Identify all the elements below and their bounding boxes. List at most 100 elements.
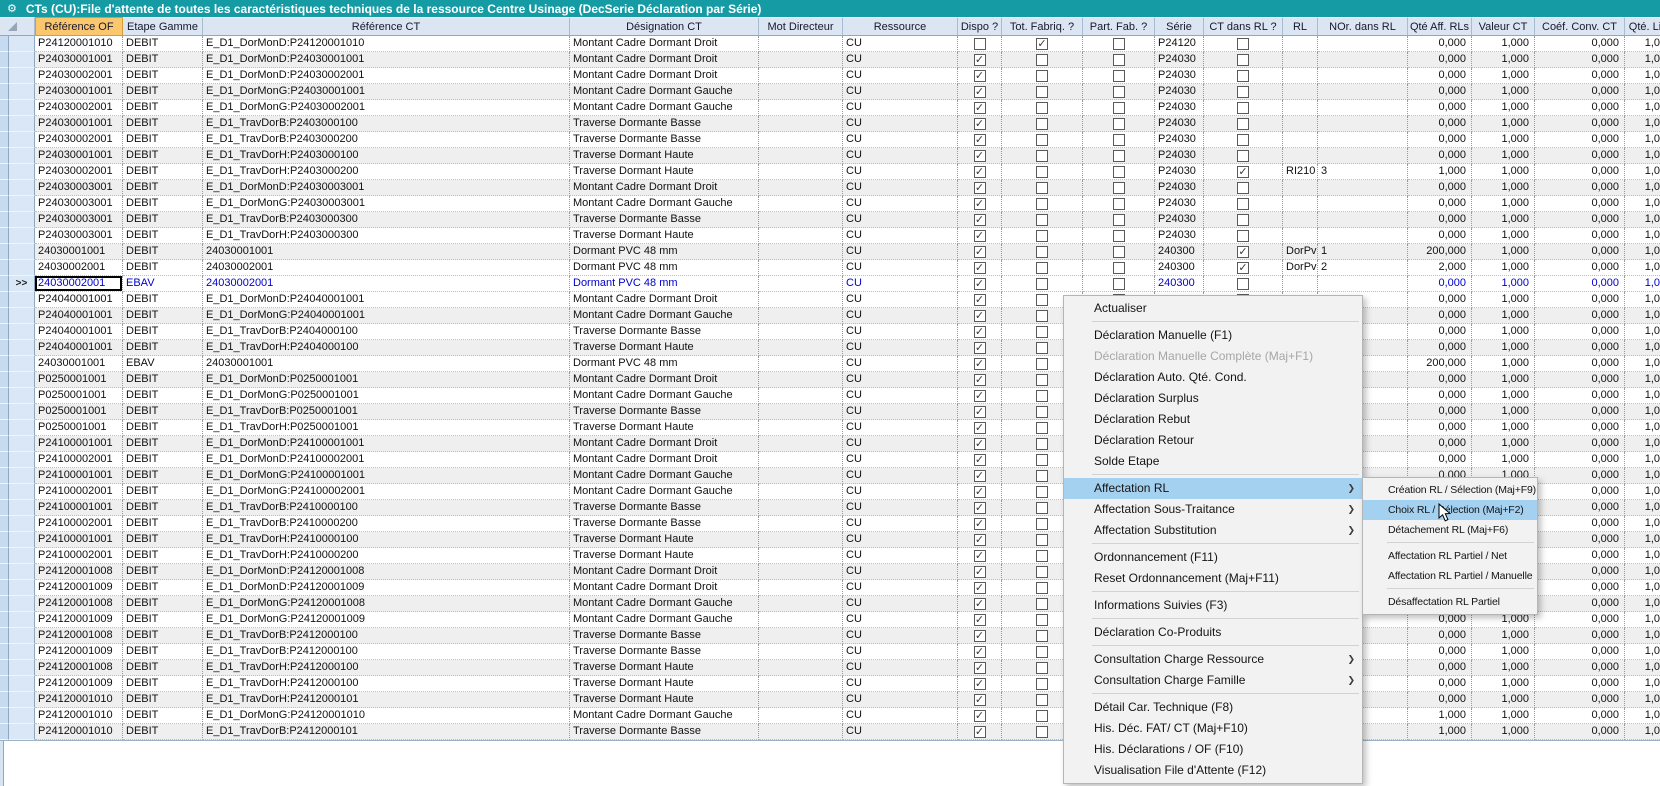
row-selector[interactable] bbox=[9, 548, 35, 564]
cell-ref_ct[interactable]: E_D1_TravDorB:P0250001001 bbox=[203, 404, 570, 420]
cell-ref_of[interactable]: 24030001001 bbox=[35, 244, 123, 260]
cell-mot[interactable] bbox=[759, 644, 843, 660]
cell-designation[interactable]: Traverse Dormant Haute bbox=[570, 148, 759, 164]
cell-etape[interactable]: DEBIT bbox=[123, 532, 203, 548]
dispo-checkbox[interactable] bbox=[974, 38, 986, 50]
cell-dispo[interactable]: ✓ bbox=[958, 500, 1002, 516]
cell-qte_aff[interactable]: 0,000 bbox=[1408, 100, 1472, 116]
dispo-checkbox-checked[interactable]: ✓ bbox=[974, 102, 986, 114]
cell-designation[interactable]: Dormant PVC 48 mm bbox=[570, 356, 759, 372]
cell-mot[interactable] bbox=[759, 100, 843, 116]
row-selector[interactable] bbox=[9, 84, 35, 100]
cell-mot[interactable] bbox=[759, 68, 843, 84]
cell-dispo[interactable]: ✓ bbox=[958, 564, 1002, 580]
cell-serie[interactable]: P24030 bbox=[1155, 228, 1204, 244]
cell-ressource[interactable]: CU bbox=[843, 452, 958, 468]
cell-valeur[interactable]: 1,000 bbox=[1472, 148, 1535, 164]
cell-etape[interactable]: DEBIT bbox=[123, 404, 203, 420]
cell-serie[interactable]: P24030 bbox=[1155, 84, 1204, 100]
cell-qte_aff[interactable]: 0,000 bbox=[1408, 676, 1472, 692]
cell-qte_aff[interactable]: 0,000 bbox=[1408, 180, 1472, 196]
cell-dispo[interactable]: ✓ bbox=[958, 404, 1002, 420]
cell-coef[interactable]: 0,000 bbox=[1535, 388, 1625, 404]
cell-valeur[interactable]: 1,000 bbox=[1472, 420, 1535, 436]
cell-ref_of[interactable]: P24030001001 bbox=[35, 148, 123, 164]
row-selector[interactable] bbox=[9, 52, 35, 68]
cell-coef[interactable]: 0,000 bbox=[1535, 340, 1625, 356]
cell-serie[interactable]: P24120 bbox=[1155, 36, 1204, 52]
cell-ref_of[interactable]: P24120001008 bbox=[35, 628, 123, 644]
cell-dispo[interactable]: ✓ bbox=[958, 148, 1002, 164]
cell-qte_li[interactable]: 1,0 bbox=[1625, 372, 1660, 388]
row-selector[interactable] bbox=[9, 292, 35, 308]
cell-qte_aff[interactable]: 2,000 bbox=[1408, 260, 1472, 276]
cell-etape[interactable]: DEBIT bbox=[123, 612, 203, 628]
cell-dispo[interactable]: ✓ bbox=[958, 212, 1002, 228]
row-selector[interactable] bbox=[9, 708, 35, 724]
cell-qte_aff[interactable]: 0,000 bbox=[1408, 388, 1472, 404]
cell-tot_fab[interactable]: ✓ bbox=[1002, 36, 1083, 52]
cell-ref_ct[interactable]: E_D1_TravDorB:P2412000100 bbox=[203, 628, 570, 644]
cell-etape[interactable]: DEBIT bbox=[123, 644, 203, 660]
cell-ref_of[interactable]: P24100002001 bbox=[35, 516, 123, 532]
cell-valeur[interactable]: 1,000 bbox=[1472, 212, 1535, 228]
cell-qte_li[interactable]: 1,0 bbox=[1625, 660, 1660, 676]
cell-etape[interactable]: DEBIT bbox=[123, 500, 203, 516]
cell-qte_aff[interactable]: 0,000 bbox=[1408, 212, 1472, 228]
cell-qte_aff[interactable]: 1,000 bbox=[1408, 724, 1472, 740]
part_fab-checkbox[interactable] bbox=[1113, 166, 1125, 178]
tot_fab-checkbox[interactable] bbox=[1036, 598, 1048, 610]
cell-serie[interactable]: P24030 bbox=[1155, 212, 1204, 228]
cell-ref_of[interactable]: P24030002001 bbox=[35, 164, 123, 180]
gear-icon[interactable]: ⚙ bbox=[7, 2, 17, 15]
menu-item-desaffectation-rl-partiel[interactable]: Désaffectation RL Partiel bbox=[1363, 592, 1537, 612]
cell-coef[interactable]: 0,000 bbox=[1535, 132, 1625, 148]
cell-designation[interactable]: Montant Cadre Dormant Gauche bbox=[570, 100, 759, 116]
cell-ref_ct[interactable]: E_D1_TravDorH:P2412000101 bbox=[203, 692, 570, 708]
cell-designation[interactable]: Montant Cadre Dormant Gauche bbox=[570, 708, 759, 724]
cell-coef[interactable]: 0,000 bbox=[1535, 596, 1625, 612]
cell-ref_of[interactable]: P24030003001 bbox=[35, 228, 123, 244]
tot_fab-checkbox[interactable] bbox=[1036, 518, 1048, 530]
cell-mot[interactable] bbox=[759, 164, 843, 180]
cell-designation[interactable]: Montant Cadre Dormant Gauche bbox=[570, 308, 759, 324]
row-selector[interactable] bbox=[9, 116, 35, 132]
menu-item-creation-rl-selection-maj-f9[interactable]: Création RL / Sélection (Maj+F9) bbox=[1363, 480, 1537, 500]
cell-qte_aff[interactable]: 0,000 bbox=[1408, 660, 1472, 676]
cell-nor[interactable] bbox=[1318, 84, 1408, 100]
cell-dispo[interactable]: ✓ bbox=[958, 324, 1002, 340]
column-header-ref_ct[interactable]: Référence CT bbox=[203, 17, 570, 36]
cell-mot[interactable] bbox=[759, 724, 843, 740]
cell-coef[interactable]: 0,000 bbox=[1535, 548, 1625, 564]
cell-mot[interactable] bbox=[759, 84, 843, 100]
cell-part_fab[interactable] bbox=[1083, 260, 1155, 276]
cell-ref_of[interactable]: P24100001001 bbox=[35, 532, 123, 548]
cell-nor[interactable] bbox=[1318, 36, 1408, 52]
tot_fab-checkbox[interactable] bbox=[1036, 262, 1048, 274]
cell-serie[interactable]: P24030 bbox=[1155, 196, 1204, 212]
row-selector[interactable] bbox=[9, 452, 35, 468]
cell-designation[interactable]: Montant Cadre Dormant Droit bbox=[570, 580, 759, 596]
cell-designation[interactable]: Traverse Dormante Basse bbox=[570, 628, 759, 644]
cell-ref_ct[interactable]: E_D1_DorMonD:P24030001001 bbox=[203, 52, 570, 68]
row-selector[interactable] bbox=[9, 340, 35, 356]
cell-rl[interactable] bbox=[1283, 36, 1318, 52]
menu-item-detail-car-technique-f8[interactable]: Détail Car. Technique (F8) bbox=[1064, 697, 1362, 718]
tot_fab-checkbox[interactable] bbox=[1036, 662, 1048, 674]
cell-designation[interactable]: Dormant PVC 48 mm bbox=[570, 244, 759, 260]
cell-designation[interactable]: Montant Cadre Dormant Droit bbox=[570, 452, 759, 468]
cell-ref_ct[interactable]: E_D1_DorMonD:P24040001001 bbox=[203, 292, 570, 308]
cell-qte_aff[interactable]: 0,000 bbox=[1408, 420, 1472, 436]
cell-valeur[interactable]: 1,000 bbox=[1472, 132, 1535, 148]
cell-ref_of[interactable]: P24120001009 bbox=[35, 612, 123, 628]
row-selector[interactable] bbox=[9, 404, 35, 420]
cell-qte_li[interactable]: 1,0 bbox=[1625, 388, 1660, 404]
cell-dispo[interactable]: ✓ bbox=[958, 340, 1002, 356]
cell-ressource[interactable]: CU bbox=[843, 84, 958, 100]
cell-part_fab[interactable] bbox=[1083, 52, 1155, 68]
cell-ref_of[interactable]: P24120001010 bbox=[35, 724, 123, 740]
cell-coef[interactable]: 0,000 bbox=[1535, 84, 1625, 100]
cell-ressource[interactable]: CU bbox=[843, 420, 958, 436]
row-selector[interactable] bbox=[9, 164, 35, 180]
tot_fab-checkbox[interactable] bbox=[1036, 70, 1048, 82]
